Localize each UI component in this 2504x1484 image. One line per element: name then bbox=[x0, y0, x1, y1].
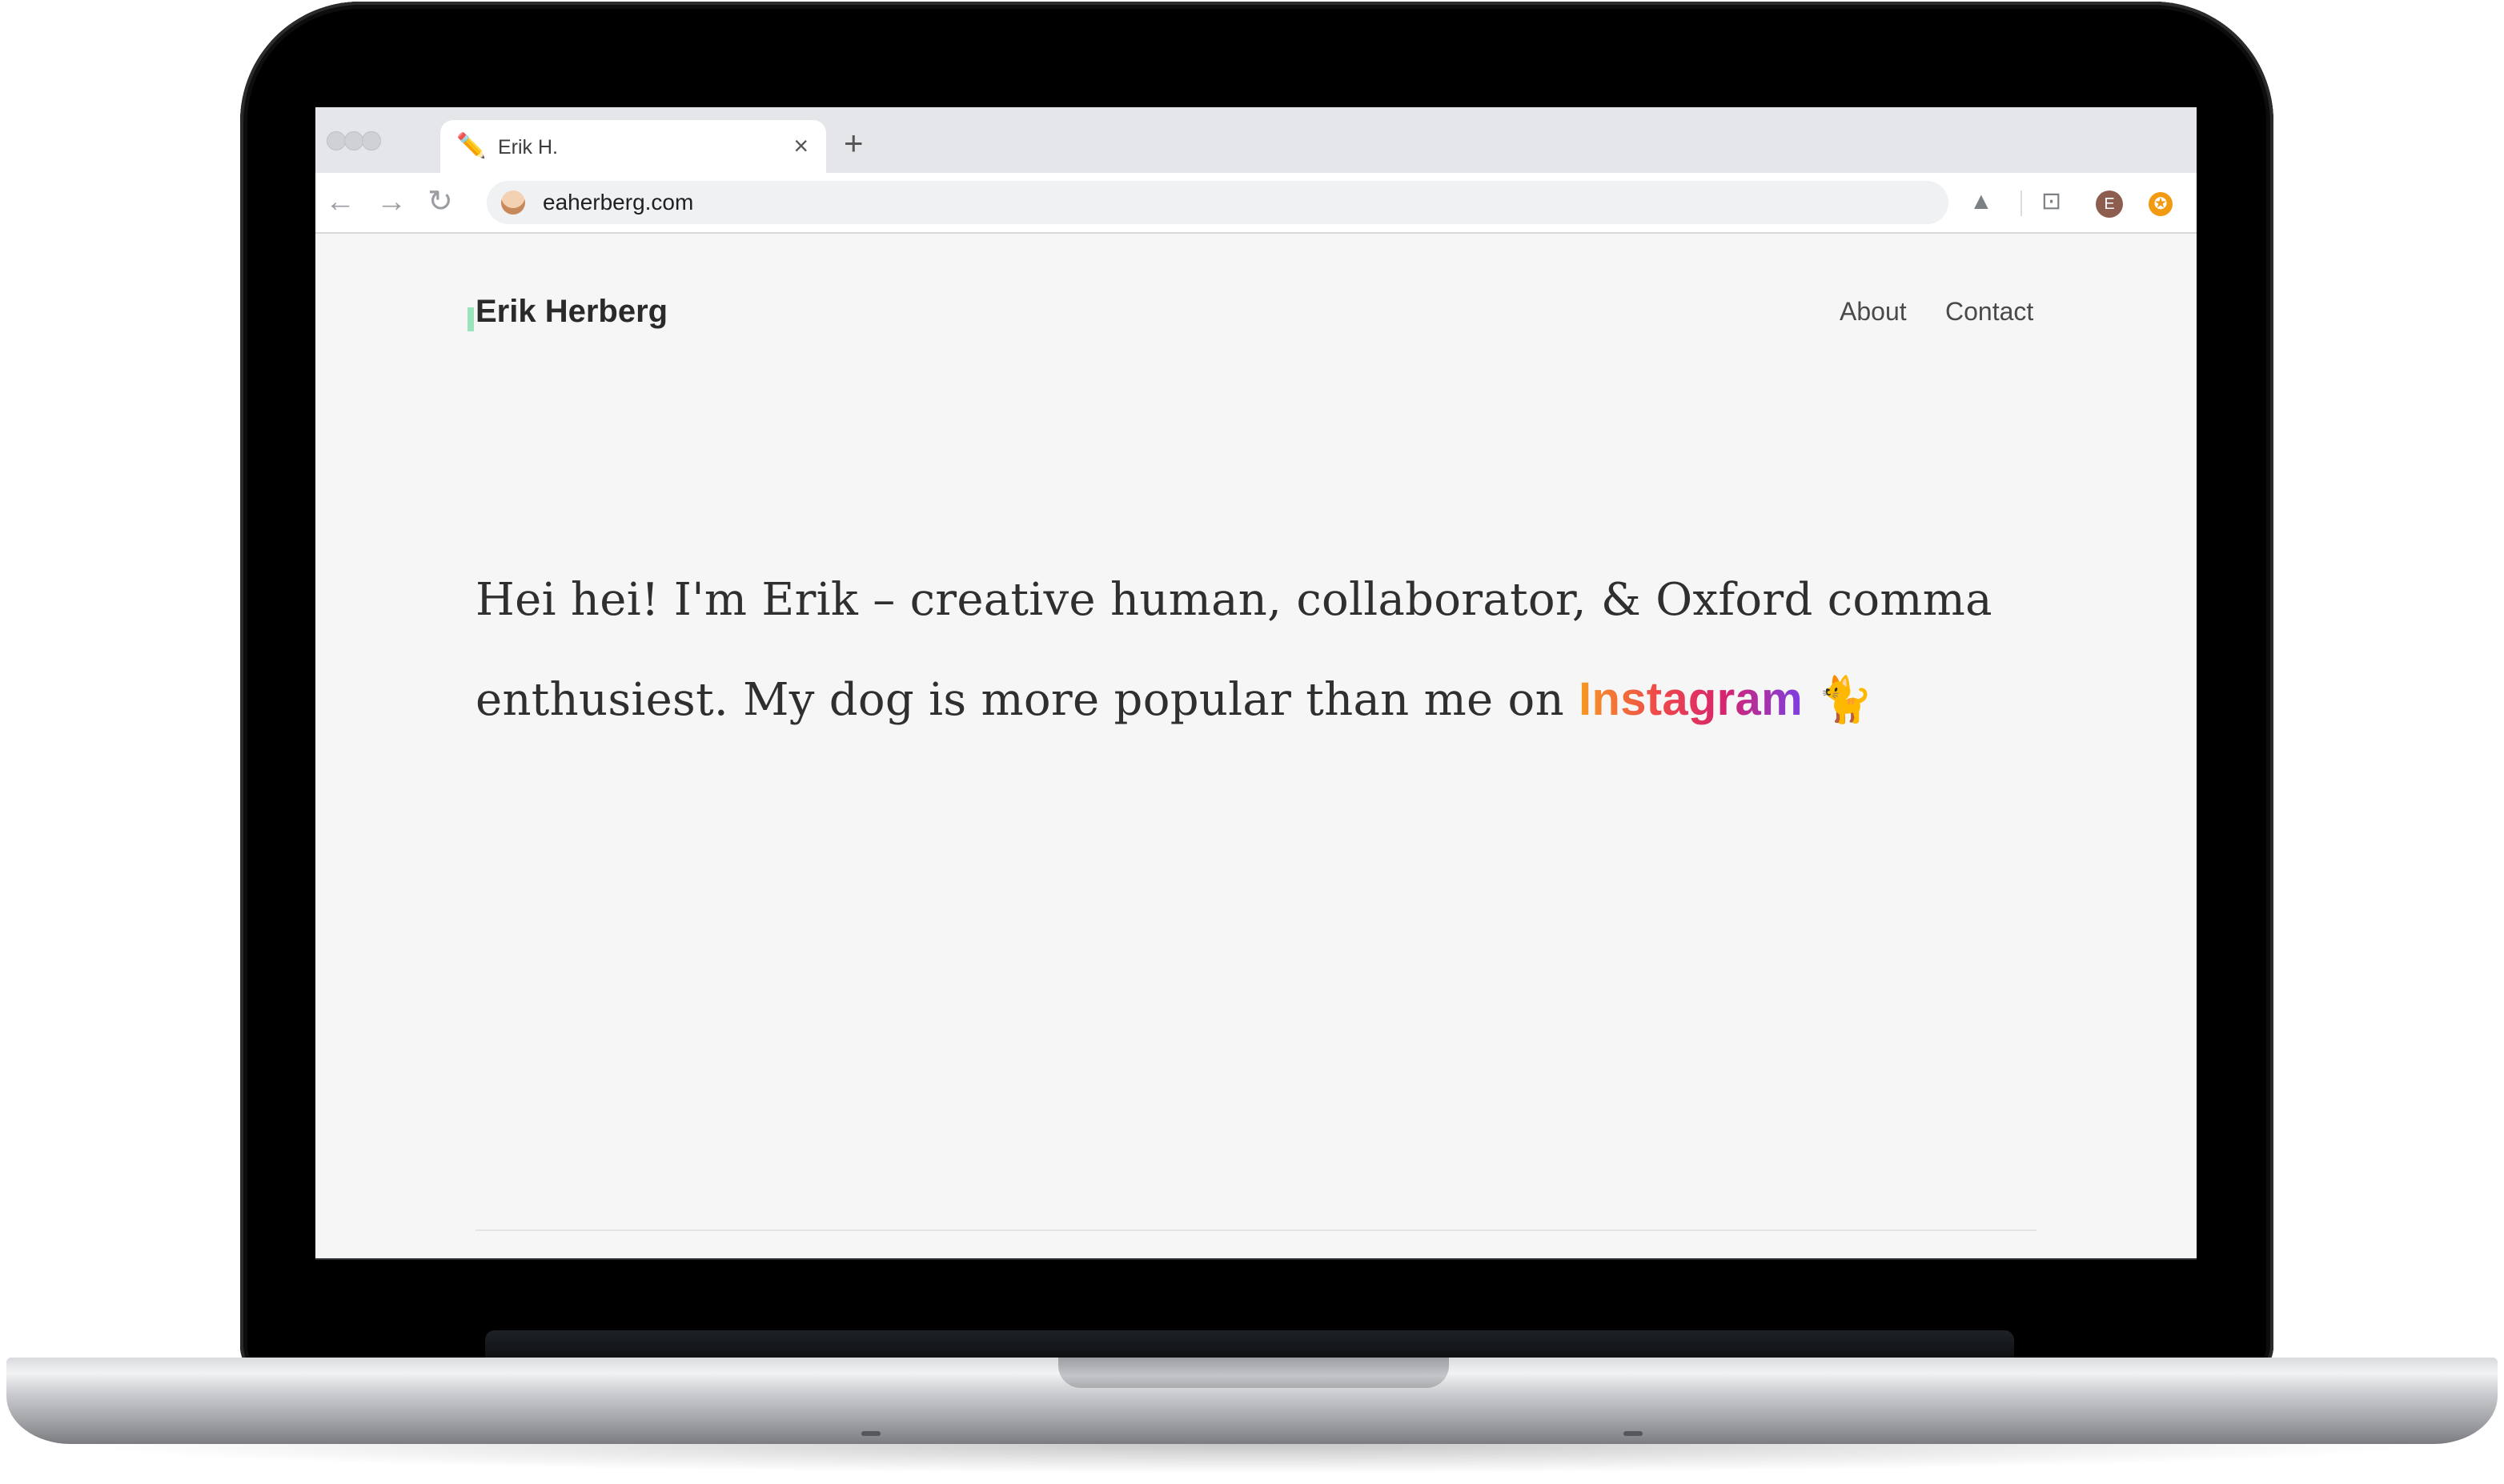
hero-intro: Hei hei! I'm Erik – creative human, coll… bbox=[476, 551, 2045, 750]
instagram-link[interactable]: Instagram bbox=[1579, 673, 1803, 725]
site-favicon-icon bbox=[501, 191, 525, 215]
address-bar[interactable]: eaherberg.com bbox=[487, 181, 1948, 224]
address-bar-url: eaherberg.com bbox=[543, 190, 694, 215]
tab-bar: ✏️ Erik H. × + bbox=[315, 107, 2197, 173]
reload-icon[interactable]: ↻ bbox=[427, 184, 453, 219]
browser-window: ✏️ Erik H. × + ← → ↻ eaherberg.com ▲ ⊡ E… bbox=[315, 107, 2197, 1260]
forward-arrow-icon[interactable]: → bbox=[376, 184, 407, 219]
window-close-dot[interactable] bbox=[327, 131, 346, 150]
new-tab-button[interactable]: + bbox=[844, 126, 864, 160]
laptop-notch bbox=[1058, 1358, 1449, 1388]
drive-icon[interactable]: ▲ bbox=[1969, 186, 1993, 218]
nav-link-about[interactable]: About bbox=[1840, 296, 1907, 327]
laptop-foot bbox=[1623, 1431, 1643, 1436]
browser-tab[interactable]: ✏️ Erik H. × bbox=[440, 120, 826, 173]
content-divider bbox=[476, 1229, 2037, 1231]
extension-badge-icon[interactable]: ✪ bbox=[2149, 192, 2173, 216]
dog-emoji-icon: 🐈 bbox=[1817, 674, 1874, 726]
site-brand-link[interactable]: Erik Herberg bbox=[476, 293, 668, 330]
window-minimize-dot[interactable] bbox=[344, 131, 363, 150]
close-icon[interactable]: × bbox=[793, 131, 809, 160]
brand-accent-mark bbox=[467, 307, 474, 331]
cast-icon[interactable]: ⊡ bbox=[2041, 186, 2061, 218]
window-zoom-dot[interactable] bbox=[362, 131, 381, 150]
nav-link-contact[interactable]: Contact bbox=[1945, 296, 2033, 327]
pencil-icon: ✏️ bbox=[456, 133, 487, 159]
back-arrow-icon[interactable]: ← bbox=[325, 184, 355, 219]
site-header: Erik Herberg About Contact bbox=[315, 234, 2197, 362]
profile-avatar[interactable]: E bbox=[2096, 191, 2123, 218]
toolbar-separator bbox=[2020, 191, 2022, 216]
browser-toolbar: ← → ↻ eaherberg.com ▲ ⊡ E ✪ bbox=[315, 173, 2197, 234]
laptop-foot bbox=[861, 1431, 881, 1436]
footer-edge bbox=[315, 1258, 2197, 1260]
tab-title: Erik H. bbox=[498, 136, 558, 158]
